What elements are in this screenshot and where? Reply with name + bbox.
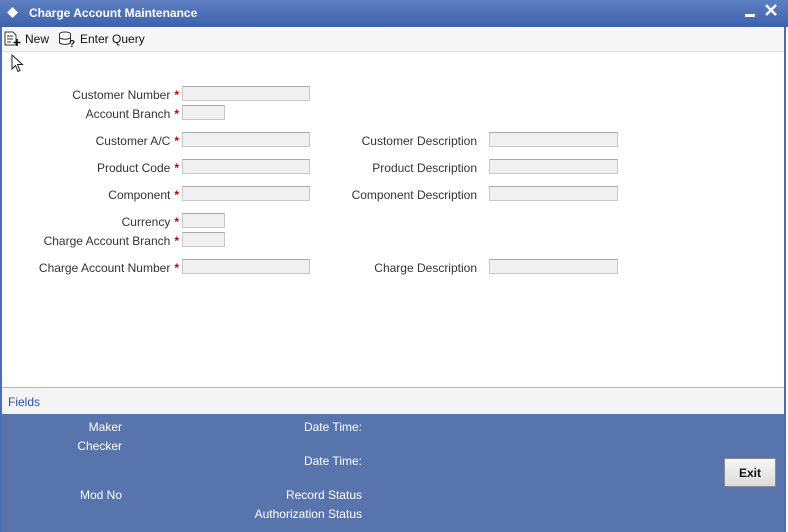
customer-number-input[interactable] [182, 86, 310, 101]
charge-description-label: Charge Description [374, 261, 477, 275]
audit-footer: Maker Checker Date Time: Date Time: Mod … [2, 414, 784, 532]
charge-account-branch-input[interactable] [182, 232, 225, 247]
diamond-icon [7, 7, 18, 18]
maker-label: Maker [88, 420, 122, 434]
checker-date-time-label: Date Time: [303, 454, 362, 468]
new-button[interactable]: New [4, 30, 49, 48]
new-label: New [25, 32, 50, 46]
close-icon[interactable] [764, 3, 778, 19]
new-record-icon [4, 31, 21, 46]
currency-input[interactable] [182, 213, 225, 228]
customer-description-input[interactable] [489, 132, 618, 147]
maker-date-time-label: Date Time: [303, 420, 362, 434]
currency-label: Currency * [121, 215, 179, 229]
account-branch-label: Account Branch * [85, 107, 179, 121]
enter-query-label: Enter Query [80, 32, 145, 46]
component-label: Component * [108, 188, 179, 202]
charge-account-branch-label: Charge Account Branch * [43, 234, 179, 248]
window-title-bar: Charge Account Maintenance [0, 0, 788, 27]
minimize-icon[interactable] [744, 4, 756, 20]
svg-text:?: ? [69, 39, 75, 48]
product-description-input[interactable] [489, 159, 618, 174]
window-title: Charge Account Maintenance [29, 6, 198, 20]
charge-account-number-label: Charge Account Number * [38, 261, 179, 275]
mod-no-label: Mod No [79, 488, 122, 502]
fields-bar: Fields [2, 387, 784, 414]
enter-query-button[interactable]: ? Enter Query [58, 30, 145, 48]
toolbar: New ? Enter Query [2, 27, 784, 52]
mouse-pointer-icon [11, 54, 24, 73]
product-code-input[interactable] [182, 159, 310, 174]
checker-label: Checker [77, 439, 122, 453]
customer-ac-input[interactable] [182, 132, 310, 147]
charge-account-number-input[interactable] [182, 259, 310, 274]
customer-number-label: Customer Number * [72, 88, 179, 102]
account-branch-input[interactable] [182, 105, 225, 120]
record-status-label: Record Status [285, 488, 362, 502]
component-description-label: Component Description [351, 188, 477, 202]
authorization-status-label: Authorization Status [254, 507, 362, 521]
customer-ac-label: Customer A/C * [95, 134, 179, 148]
fields-link[interactable]: Fields [8, 395, 40, 409]
product-description-label: Product Description [372, 161, 477, 175]
customer-description-label: Customer Description [361, 134, 477, 148]
component-input[interactable] [182, 186, 310, 201]
query-icon: ? [59, 31, 75, 48]
component-description-input[interactable] [489, 186, 618, 201]
exit-button[interactable]: Exit [724, 458, 776, 487]
charge-description-input[interactable] [489, 259, 618, 274]
product-code-label: Product Code * [96, 161, 179, 175]
